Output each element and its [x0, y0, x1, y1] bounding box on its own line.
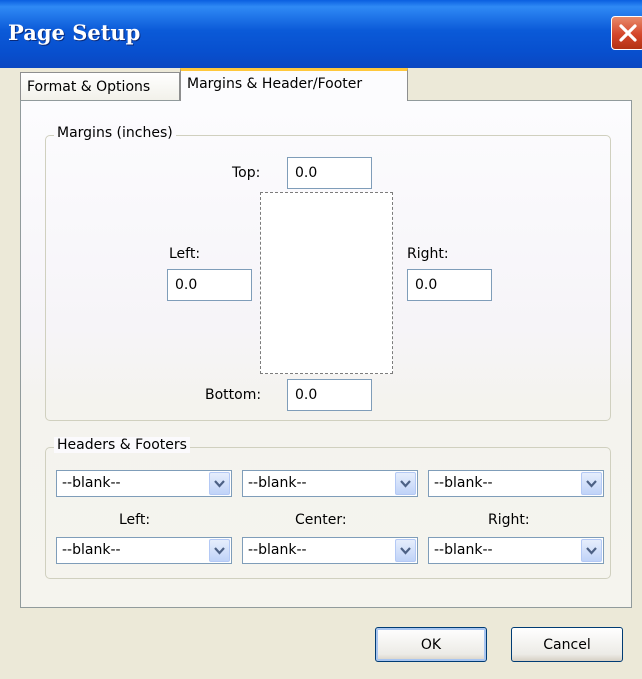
bottom-margin-input[interactable] [287, 379, 372, 411]
chevron-down-icon [586, 480, 597, 488]
tab-panel: Margins (inches) Top: Left: Right: Botto… [20, 100, 632, 608]
top-margin-label: Top: [232, 165, 261, 181]
header-center-dropdown-button[interactable] [395, 472, 416, 495]
chevron-down-icon [214, 480, 225, 488]
header-right-value: --blank-- [434, 475, 493, 491]
footer-left-dropdown-button[interactable] [209, 539, 230, 562]
right-column-label: Right: [488, 512, 530, 528]
footer-left-select[interactable]: --blank-- [56, 537, 232, 564]
close-button[interactable] [611, 16, 642, 50]
close-icon [619, 24, 637, 42]
chevron-down-icon [214, 547, 225, 555]
center-column-label: Center: [295, 512, 347, 528]
bottom-margin-label: Bottom: [205, 387, 262, 403]
header-left-dropdown-button[interactable] [209, 472, 230, 495]
tab-margins-header-footer[interactable]: Margins & Header/Footer [180, 68, 408, 101]
right-margin-label: Right: [407, 246, 449, 262]
headers-footers-group: Headers & Footers --blank-- --blank-- --… [45, 437, 611, 579]
window-title: Page Setup [8, 20, 141, 45]
header-right-dropdown-button[interactable] [581, 472, 602, 495]
page-preview [260, 192, 393, 374]
headers-footers-group-label: Headers & Footers [54, 437, 190, 453]
header-left-select[interactable]: --blank-- [56, 470, 232, 497]
chevron-down-icon [586, 547, 597, 555]
footer-center-dropdown-button[interactable] [395, 539, 416, 562]
header-center-select[interactable]: --blank-- [242, 470, 418, 497]
left-margin-label: Left: [169, 246, 201, 262]
chevron-down-icon [400, 480, 411, 488]
top-margin-input[interactable] [287, 157, 372, 189]
chevron-down-icon [400, 547, 411, 555]
footer-center-value: --blank-- [248, 542, 307, 558]
footer-right-dropdown-button[interactable] [581, 539, 602, 562]
margins-group: Margins (inches) Top: Left: Right: Botto… [45, 125, 611, 421]
footer-right-select[interactable]: --blank-- [428, 537, 604, 564]
margins-group-label: Margins (inches) [54, 125, 176, 141]
title-bar: Page Setup [0, 0, 642, 68]
left-margin-input[interactable] [167, 269, 252, 301]
tab-format-options[interactable]: Format & Options [20, 72, 180, 100]
footer-left-value: --blank-- [62, 542, 121, 558]
left-column-label: Left: [119, 512, 151, 528]
ok-button[interactable]: OK [375, 627, 487, 662]
right-margin-input[interactable] [407, 269, 492, 301]
header-left-value: --blank-- [62, 475, 121, 491]
footer-right-value: --blank-- [434, 542, 493, 558]
cancel-button[interactable]: Cancel [511, 627, 623, 662]
header-center-value: --blank-- [248, 475, 307, 491]
footer-center-select[interactable]: --blank-- [242, 537, 418, 564]
header-right-select[interactable]: --blank-- [428, 470, 604, 497]
